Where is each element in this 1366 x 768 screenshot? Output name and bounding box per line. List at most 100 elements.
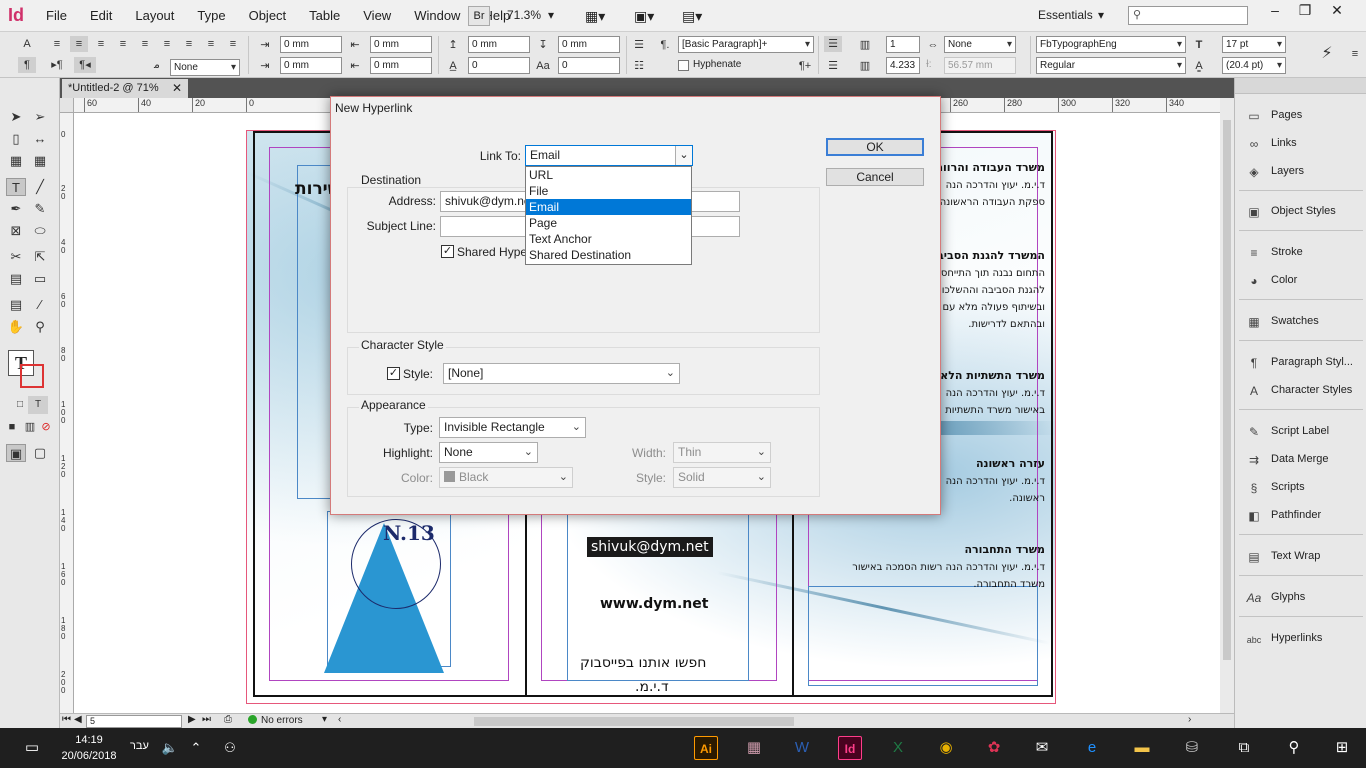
scroll-right-icon[interactable]: › bbox=[1188, 714, 1191, 725]
align-towards-spine-icon[interactable]: ≡ bbox=[202, 36, 220, 52]
text-frame[interactable] bbox=[808, 586, 1038, 686]
direction-rtl-icon[interactable]: ¶◂ bbox=[74, 57, 96, 73]
stroke-swatch-icon[interactable] bbox=[20, 364, 44, 388]
tray-expand-icon[interactable]: ⌃ bbox=[184, 736, 208, 760]
panel-object-styles[interactable]: ▣ Object Styles bbox=[1245, 200, 1363, 222]
store-icon[interactable]: ⛁ bbox=[1180, 736, 1204, 760]
bulleted-list-icon[interactable]: ☰ bbox=[630, 37, 648, 53]
panel-character-styles[interactable]: A Character Styles bbox=[1245, 379, 1363, 401]
vertical-ruler[interactable]: 0 2 0 4 0 6 0 8 0 1 0 0 1 2 0 1 4 0 1 6 … bbox=[60, 113, 74, 713]
content-collector-icon[interactable]: ▦ bbox=[6, 152, 26, 170]
ruler-origin[interactable] bbox=[60, 98, 74, 113]
note-tool-icon[interactable]: ▤ bbox=[6, 296, 26, 314]
font-style-select[interactable]: Regular bbox=[1036, 57, 1186, 74]
panel-glyphs[interactable]: Aa Glyphs bbox=[1245, 586, 1363, 608]
hand-tool-icon[interactable]: ✋ bbox=[6, 318, 26, 336]
menu-type[interactable]: Type bbox=[197, 8, 235, 23]
ok-button[interactable]: OK bbox=[826, 138, 924, 156]
page-tool-icon[interactable]: ▯ bbox=[6, 130, 26, 148]
preview-mode-icon[interactable]: ▢ bbox=[30, 444, 50, 462]
justify-right-icon[interactable]: ≡ bbox=[158, 36, 176, 52]
ellipse-tool-icon[interactable]: ⬭ bbox=[30, 222, 50, 240]
restore-button[interactable]: ❐ bbox=[1290, 2, 1320, 24]
menu-layout[interactable]: Layout bbox=[135, 8, 184, 23]
selection-tool-icon[interactable]: ➤ bbox=[6, 108, 26, 126]
paragraph-formatting-icon[interactable]: ¶ bbox=[18, 57, 36, 73]
start-icon[interactable]: ⊞ bbox=[1330, 736, 1354, 760]
last-page-icon[interactable]: ⏭ bbox=[202, 714, 211, 725]
link-to-option-text-anchor[interactable]: Text Anchor bbox=[526, 231, 691, 247]
panel-swatches[interactable]: ▦ Swatches bbox=[1245, 310, 1363, 332]
preflight-dropdown-icon[interactable]: ▾ bbox=[322, 714, 327, 725]
file-explorer-icon[interactable]: ▬ bbox=[1130, 736, 1154, 760]
chrome-icon[interactable]: ◉ bbox=[934, 736, 958, 760]
panel-menu-icon[interactable]: ≡ bbox=[1346, 46, 1364, 62]
people-icon[interactable]: ⚇ bbox=[218, 736, 242, 760]
drop-cap-lines-field[interactable]: 0 bbox=[468, 57, 530, 74]
panel-scripts[interactable]: § Scripts bbox=[1245, 476, 1363, 498]
search-input[interactable]: ⚲ bbox=[1128, 6, 1248, 25]
kashida-icon[interactable]: ﻣ bbox=[148, 57, 166, 73]
free-transform-tool-icon[interactable]: ⇱ bbox=[30, 248, 50, 266]
align-right-icon[interactable]: ≡ bbox=[92, 36, 110, 52]
winrar-icon[interactable]: ▦ bbox=[742, 736, 766, 760]
cancel-button[interactable]: Cancel bbox=[826, 168, 924, 186]
right-indent-field[interactable]: 0 mm bbox=[370, 36, 432, 53]
vertical-scrollbar[interactable] bbox=[1220, 98, 1234, 713]
zoom-level[interactable]: 71.3% bbox=[507, 8, 541, 22]
gradient-swatch-tool-icon[interactable]: ▤ bbox=[6, 270, 26, 288]
link-to-option-page[interactable]: Page bbox=[526, 215, 691, 231]
do-not-align-baseline-icon[interactable]: ☰ bbox=[824, 36, 842, 52]
scroll-left-icon[interactable]: ‹ bbox=[338, 714, 341, 725]
minimize-button[interactable]: – bbox=[1260, 2, 1290, 24]
menu-table[interactable]: Table bbox=[309, 8, 350, 23]
open-page-icon[interactable]: ⎙ bbox=[224, 714, 232, 725]
chevron-down-icon[interactable]: ⌄ bbox=[675, 146, 692, 165]
rectangle-frame-tool-icon[interactable]: ⊠ bbox=[6, 222, 26, 240]
link-to-option-url[interactable]: URL bbox=[526, 167, 691, 183]
justify-left-icon[interactable]: ≡ bbox=[114, 36, 132, 52]
justify-all-icon[interactable]: ≡ bbox=[180, 36, 198, 52]
preflight-status[interactable]: No errors bbox=[248, 715, 303, 726]
close-button[interactable]: ✕ bbox=[1322, 2, 1352, 24]
zoom-tool-icon[interactable]: ⚲ bbox=[30, 318, 50, 336]
link-to-option-file[interactable]: File bbox=[526, 183, 691, 199]
align-center-icon[interactable]: ≡ bbox=[70, 36, 88, 52]
highlight-select[interactable]: None ⌄ bbox=[439, 442, 538, 463]
panel-stroke[interactable]: ≡ Stroke bbox=[1245, 241, 1363, 263]
panel-pathfinder[interactable]: ◧ Pathfinder bbox=[1245, 504, 1363, 526]
paragraph-style-select[interactable]: [Basic Paragraph]+ bbox=[678, 36, 814, 53]
menu-file[interactable]: File bbox=[46, 8, 77, 23]
normal-view-icon[interactable]: ▣ bbox=[6, 444, 26, 462]
line-tool-icon[interactable]: ╱ bbox=[30, 178, 50, 196]
zoom-dropdown-icon[interactable]: ▾ bbox=[548, 8, 554, 22]
align-baseline-icon[interactable]: ☰ bbox=[824, 58, 842, 74]
panel-paragraph-styles[interactable]: ¶ Paragraph Styl... bbox=[1245, 351, 1363, 373]
formatting-text-icon[interactable]: T bbox=[28, 396, 48, 414]
apply-none-icon[interactable]: ⊘ bbox=[36, 418, 56, 436]
action-center-icon[interactable]: ▭ bbox=[20, 736, 44, 760]
panel-data-merge[interactable]: ⇉ Data Merge bbox=[1245, 448, 1363, 470]
columns-field[interactable]: 1 bbox=[886, 36, 920, 53]
direct-selection-tool-icon[interactable]: ➢ bbox=[30, 108, 50, 126]
panel-hyperlinks[interactable]: abc Hyperlinks bbox=[1245, 627, 1363, 649]
task-view-icon[interactable]: ⧉ bbox=[1232, 736, 1256, 760]
content-placer-icon[interactable]: ▦ bbox=[30, 152, 50, 170]
input-language[interactable]: עבר bbox=[130, 740, 149, 752]
first-line-indent-field[interactable]: 0 mm bbox=[280, 57, 342, 74]
align-left-icon[interactable]: ≡ bbox=[48, 36, 66, 52]
page-number-field[interactable]: 5 bbox=[86, 715, 182, 728]
hyphenate-checkbox[interactable] bbox=[678, 60, 689, 71]
horizontal-scroll-thumb[interactable] bbox=[474, 717, 794, 726]
font-family-select[interactable]: FbTypographEng bbox=[1036, 36, 1186, 53]
link-to-dropdown-list[interactable]: URL File Email Page Text Anchor Shared D… bbox=[525, 166, 692, 265]
pencil-tool-icon[interactable]: ✎ bbox=[30, 200, 50, 218]
numbered-list-icon[interactable]: ☷ bbox=[630, 58, 648, 74]
type-tool-icon[interactable]: T bbox=[6, 178, 26, 196]
gap-tool-icon[interactable]: ↔ bbox=[30, 130, 50, 148]
scissors-tool-icon[interactable]: ✂ bbox=[6, 248, 26, 266]
gradient-feather-tool-icon[interactable]: ▭ bbox=[30, 270, 50, 288]
eyedropper-tool-icon[interactable]: ⁄ bbox=[30, 296, 50, 314]
previous-page-icon[interactable]: ◀ bbox=[74, 714, 82, 725]
panel-dock-header[interactable] bbox=[1235, 78, 1366, 94]
